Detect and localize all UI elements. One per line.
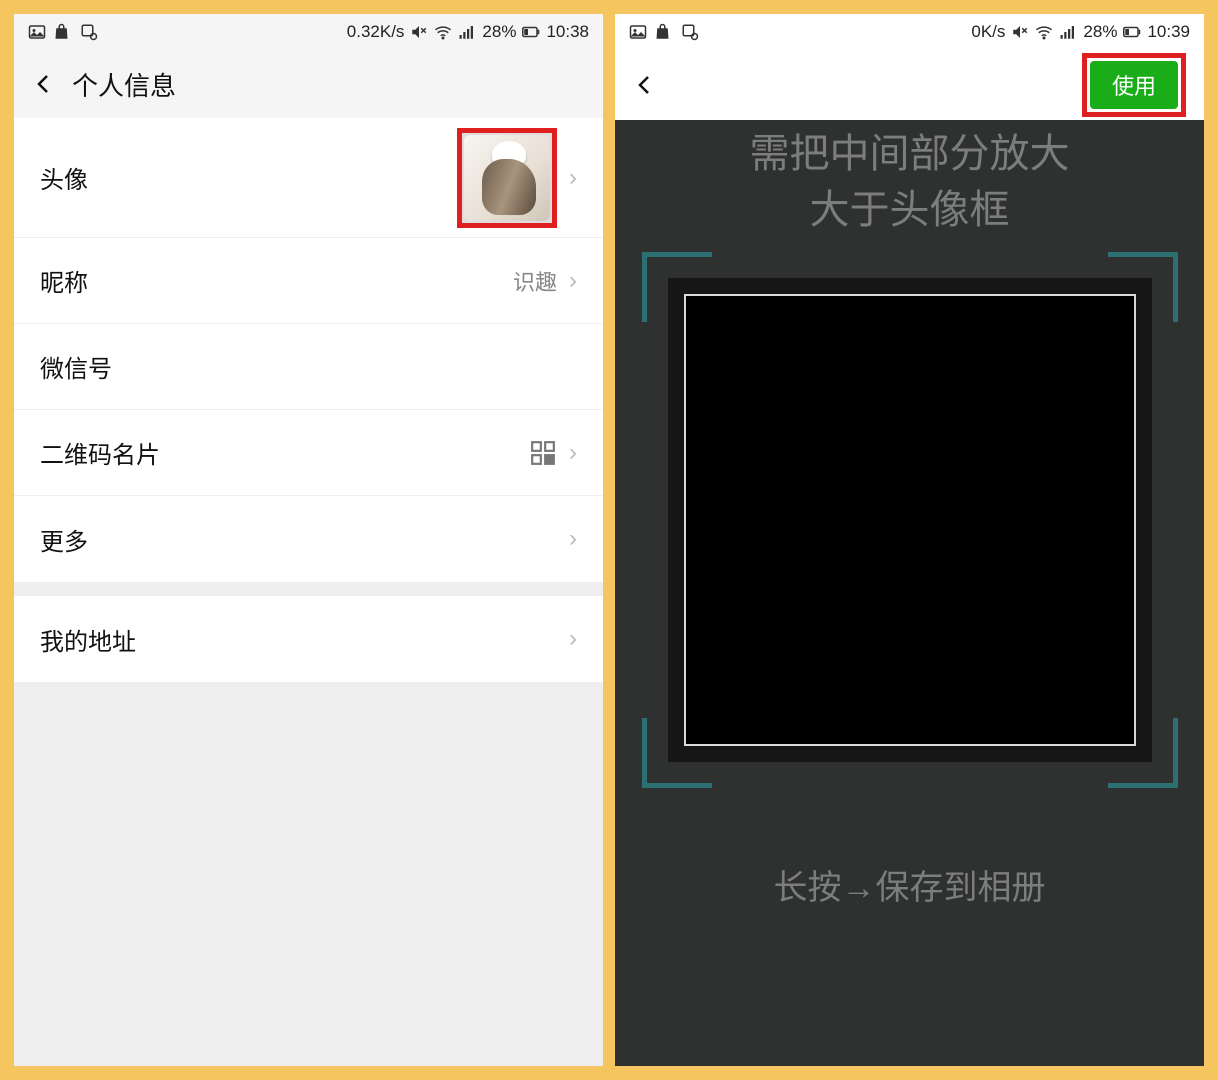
battery-icon bbox=[1123, 23, 1141, 41]
avatar-image[interactable] bbox=[464, 135, 550, 221]
row-label: 二维码名片 bbox=[40, 435, 160, 470]
hint-text: 需把中间部分放大 大于头像框 bbox=[750, 126, 1070, 238]
screenshot-icon bbox=[681, 23, 699, 41]
row-label: 我的地址 bbox=[40, 622, 136, 657]
battery-pct: 28% bbox=[1083, 22, 1117, 42]
crop-area[interactable] bbox=[650, 260, 1170, 780]
screenshot-icon bbox=[80, 23, 98, 41]
bottom-hint: 长按→保存到相册 bbox=[774, 860, 1046, 909]
wifi-icon bbox=[1035, 23, 1053, 41]
nav-bar: 个人信息 bbox=[14, 50, 603, 118]
back-button[interactable] bbox=[32, 72, 56, 96]
status-bar: 0.32K/s 28% 10:38 bbox=[14, 14, 603, 50]
chevron-right-icon: › bbox=[569, 267, 577, 295]
right-screenshot: 0K/s 28% 10:39 使用 需把中间部分放大 大于头像框 bbox=[615, 14, 1204, 1066]
crop-image[interactable] bbox=[684, 294, 1136, 746]
use-button[interactable]: 使用 bbox=[1090, 61, 1178, 109]
signal-icon bbox=[458, 23, 476, 41]
settings-list-2: 我的地址 › bbox=[14, 596, 603, 682]
use-button-highlight: 使用 bbox=[1082, 53, 1186, 117]
bag-icon bbox=[655, 23, 673, 41]
bag-icon bbox=[54, 23, 72, 41]
clock: 10:39 bbox=[1147, 22, 1190, 42]
page-title: 个人信息 bbox=[72, 66, 176, 103]
section-gap bbox=[14, 582, 603, 596]
row-nickname[interactable]: 昵称 识趣 › bbox=[14, 238, 603, 324]
mute-icon bbox=[1011, 23, 1029, 41]
row-label: 更多 bbox=[40, 522, 88, 557]
image-icon bbox=[28, 23, 46, 41]
chevron-right-icon: › bbox=[569, 164, 577, 192]
hint-line-2: 大于头像框 bbox=[750, 182, 1070, 238]
battery-pct: 28% bbox=[482, 22, 516, 42]
row-more[interactable]: 更多 › bbox=[14, 496, 603, 582]
mute-icon bbox=[410, 23, 428, 41]
row-label: 微信号 bbox=[40, 349, 112, 384]
crop-stage: 需把中间部分放大 大于头像框 长按→保存到相册 bbox=[615, 120, 1204, 1066]
battery-icon bbox=[522, 23, 540, 41]
row-label: 头像 bbox=[40, 160, 88, 195]
nav-bar: 使用 bbox=[615, 50, 1204, 120]
chevron-right-icon: › bbox=[569, 439, 577, 467]
hint-line-1: 需把中间部分放大 bbox=[750, 126, 1070, 182]
row-label: 昵称 bbox=[40, 263, 88, 298]
row-address[interactable]: 我的地址 › bbox=[14, 596, 603, 682]
row-wechatid[interactable]: 微信号 › bbox=[14, 324, 603, 410]
back-button[interactable] bbox=[633, 73, 657, 97]
wifi-icon bbox=[434, 23, 452, 41]
nickname-value: 识趣 bbox=[513, 265, 557, 297]
left-screenshot: 0.32K/s 28% 10:38 个人信息 头像 › 昵称 bbox=[14, 14, 603, 1066]
image-icon bbox=[629, 23, 647, 41]
qrcode-icon bbox=[529, 439, 557, 467]
avatar-highlight bbox=[457, 128, 557, 228]
chevron-right-icon: › bbox=[569, 625, 577, 653]
settings-list: 头像 › 昵称 识趣 › 微信号 › 二维码名片 bbox=[14, 118, 603, 582]
row-qrcode[interactable]: 二维码名片 › bbox=[14, 410, 603, 496]
net-speed: 0K/s bbox=[971, 22, 1005, 42]
blank-area bbox=[14, 682, 603, 1066]
clock: 10:38 bbox=[546, 22, 589, 42]
status-bar: 0K/s 28% 10:39 bbox=[615, 14, 1204, 50]
signal-icon bbox=[1059, 23, 1077, 41]
net-speed: 0.32K/s bbox=[347, 22, 405, 42]
chevron-right-icon: › bbox=[569, 525, 577, 553]
row-avatar[interactable]: 头像 › bbox=[14, 118, 603, 238]
